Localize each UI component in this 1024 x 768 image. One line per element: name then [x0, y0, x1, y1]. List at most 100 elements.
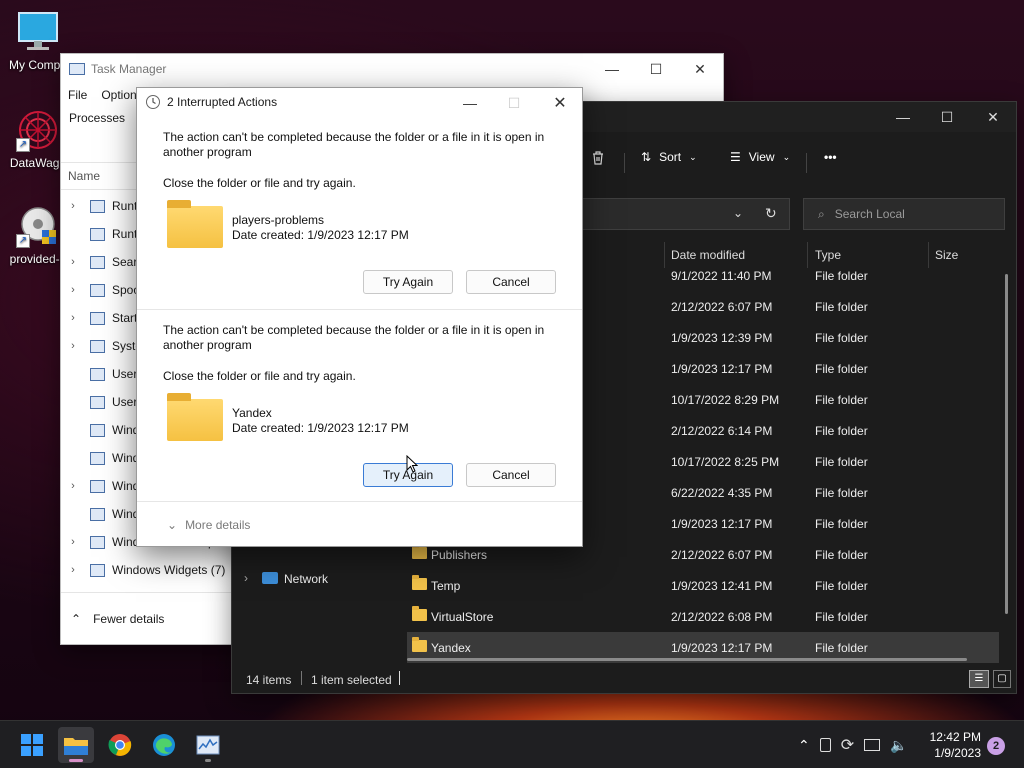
process-name: Start — [112, 311, 138, 325]
chevron-right-icon[interactable]: › — [61, 284, 85, 296]
search-icon: ⌕ — [818, 206, 825, 221]
maximize-button[interactable]: ☐ — [924, 102, 970, 132]
chevron-down-icon: ⌄ — [782, 151, 791, 162]
installer-icon: ↗ — [16, 204, 60, 248]
tab-processes[interactable]: Processes — [69, 111, 125, 125]
chevron-right-icon[interactable]: › — [61, 340, 85, 352]
address-bar[interactable]: ⌄ ↻ — [572, 198, 790, 230]
chevron-right-icon: › — [244, 571, 248, 585]
cancel-button[interactable]: Cancel — [466, 270, 556, 294]
maximize-button[interactable]: ☐ — [633, 54, 679, 84]
taskbar-edge[interactable] — [146, 727, 182, 763]
menu-file[interactable]: File — [68, 88, 87, 102]
file-date: 2/12/2022 6:07 PM — [671, 548, 773, 562]
file-row[interactable]: Temp 1/9/2023 12:41 PM File folder — [407, 570, 999, 601]
datawagon-app-icon: ↗ — [16, 108, 60, 152]
speaker-icon[interactable]: 🔈 — [890, 737, 907, 754]
view-icon: ☰ — [730, 150, 741, 164]
edge-icon — [153, 734, 175, 756]
file-type: File folder — [815, 362, 868, 376]
search-box[interactable]: ⌕ Search Local — [803, 198, 1005, 230]
file-date: 2/12/2022 6:14 PM — [671, 424, 773, 438]
process-icon — [90, 283, 105, 297]
taskbar-chrome[interactable] — [102, 727, 138, 763]
menu-options[interactable]: Option — [101, 88, 136, 102]
interrupted-actions-dialog: 2 Interrupted Actions — ☐ ✕ The action c… — [136, 87, 583, 547]
clock-date: 1/9/2023 — [934, 746, 981, 760]
chevron-right-icon[interactable]: › — [61, 200, 85, 212]
chevron-right-icon[interactable]: › — [61, 536, 85, 548]
delete-button[interactable] — [590, 150, 606, 166]
task-manager-titlebar[interactable]: Task Manager — ☐ ✕ — [61, 54, 723, 84]
shortcut-arrow-icon: ↗ — [16, 138, 30, 152]
horizontal-scrollbar[interactable] — [407, 658, 967, 661]
minimize-button[interactable]: — — [589, 54, 635, 84]
file-type: File folder — [815, 331, 868, 345]
cancel-button[interactable]: Cancel — [466, 463, 556, 487]
file-type: File folder — [815, 393, 868, 407]
more-details-label: More details — [185, 518, 251, 532]
close-button[interactable]: ✕ — [537, 88, 582, 118]
file-date: 10/17/2022 8:29 PM — [671, 393, 780, 407]
taskbar-clock[interactable]: 12:42 PM 1/9/2023 — [930, 729, 981, 761]
more-details-button[interactable]: ⌄ More details — [167, 518, 250, 532]
file-name: VirtualStore — [431, 610, 494, 624]
tablet-icon[interactable] — [819, 738, 831, 752]
nav-item-network[interactable]: › Network — [232, 568, 390, 590]
minimize-button[interactable]: — — [447, 88, 493, 118]
system-tray: ⌃ ⟳ 🔈 — [798, 721, 908, 768]
process-name: User — [112, 367, 138, 381]
sort-button[interactable]: ⇅ Sort ⌄ — [641, 150, 697, 164]
more-options-button[interactable]: ••• — [824, 150, 837, 164]
active-indicator — [69, 759, 83, 762]
file-date: 10/17/2022 8:25 PM — [671, 455, 780, 469]
shortcut-arrow-icon: ↗ — [16, 234, 30, 248]
chevron-right-icon[interactable]: › — [61, 312, 85, 324]
folder-icon — [412, 606, 427, 621]
chevron-up-icon[interactable]: ⌃ — [798, 737, 810, 754]
trash-icon — [593, 151, 603, 165]
section-divider — [137, 309, 582, 310]
dialog-titlebar[interactable]: 2 Interrupted Actions — ☐ ✕ — [137, 88, 582, 116]
close-button[interactable]: ✕ — [677, 54, 723, 84]
folder-icon — [64, 738, 88, 755]
monitor-icon — [16, 10, 60, 54]
sync-icon[interactable]: ⟳ — [841, 735, 854, 755]
view-label: View — [748, 150, 775, 164]
network-icon[interactable] — [864, 739, 881, 751]
file-date: 1/9/2023 12:41 PM — [671, 579, 773, 593]
notification-badge[interactable]: 2 — [987, 737, 1005, 755]
taskbar-task-manager[interactable] — [190, 727, 226, 763]
details-view-button[interactable]: ☰ — [969, 670, 989, 688]
vertical-scrollbar[interactable] — [1005, 274, 1008, 614]
chevron-right-icon[interactable]: › — [61, 480, 85, 492]
minimize-button[interactable]: — — [880, 102, 926, 132]
instruction-text: Close the folder or file and try again. — [163, 369, 356, 383]
file-type: File folder — [815, 486, 868, 500]
process-icon — [90, 423, 105, 437]
chevron-up-icon: ⌃ — [71, 611, 82, 626]
taskbar-file-explorer[interactable] — [58, 727, 94, 763]
file-type: File folder — [815, 300, 868, 314]
view-button[interactable]: ☰ View ⌄ — [730, 150, 790, 164]
file-type: File folder — [815, 579, 868, 593]
chevron-right-icon[interactable]: › — [61, 256, 85, 268]
file-name: Temp — [431, 579, 461, 593]
column-name-label: Name — [68, 169, 101, 183]
try-again-button[interactable]: Try Again — [363, 270, 453, 294]
dialog-title: 2 Interrupted Actions — [167, 95, 278, 109]
refresh-icon[interactable]: ↻ — [765, 205, 777, 222]
nav-network-label: Network — [284, 572, 329, 586]
start-button[interactable] — [14, 727, 50, 763]
close-button[interactable]: ✕ — [970, 102, 1016, 132]
process-icon — [90, 563, 105, 577]
maximize-button[interactable]: ☐ — [491, 88, 537, 118]
thumbnail-view-button[interactable]: ▢ — [993, 670, 1011, 688]
sort-icon: ⇅ — [641, 150, 652, 164]
file-date: 1/9/2023 12:17 PM — [671, 641, 773, 655]
process-icon — [90, 367, 105, 381]
chevron-right-icon[interactable]: › — [61, 564, 85, 576]
file-row[interactable]: VirtualStore 2/12/2022 6:08 PM File folder — [407, 601, 999, 632]
chrome-icon — [108, 734, 132, 756]
item-name: players-problems — [232, 213, 325, 227]
